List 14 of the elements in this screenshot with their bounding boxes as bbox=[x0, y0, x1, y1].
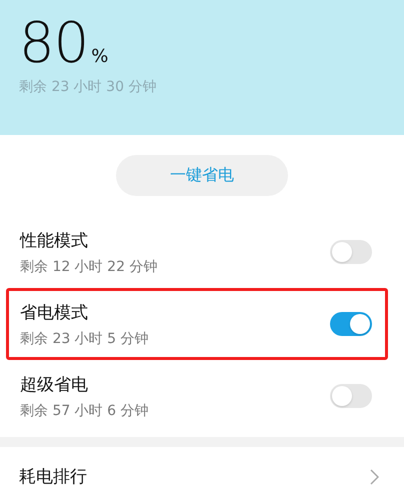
toggle-switch[interactable] bbox=[330, 312, 372, 336]
battery-percent: 80 bbox=[19, 12, 88, 76]
mode-remaining: 剩余 57 小时 6 分钟 bbox=[20, 402, 149, 420]
percent-sign: % bbox=[91, 46, 108, 67]
remaining-time: 剩余 23 小时 30 分钟 bbox=[19, 78, 158, 96]
mode-remaining: 剩余 12 小时 22 分钟 bbox=[20, 258, 158, 276]
mode-title: 性能模式 bbox=[20, 230, 89, 252]
mode-remaining: 剩余 23 小时 5 分钟 bbox=[20, 330, 149, 348]
toggle-switch[interactable] bbox=[330, 240, 372, 264]
mode-title: 省电模式 bbox=[20, 302, 89, 324]
mode-title: 超级省电 bbox=[20, 374, 89, 396]
menu-item[interactable]: 耗电排行 bbox=[19, 465, 87, 485]
chevron-icon bbox=[370, 468, 379, 484]
toggle-switch[interactable] bbox=[330, 384, 372, 408]
